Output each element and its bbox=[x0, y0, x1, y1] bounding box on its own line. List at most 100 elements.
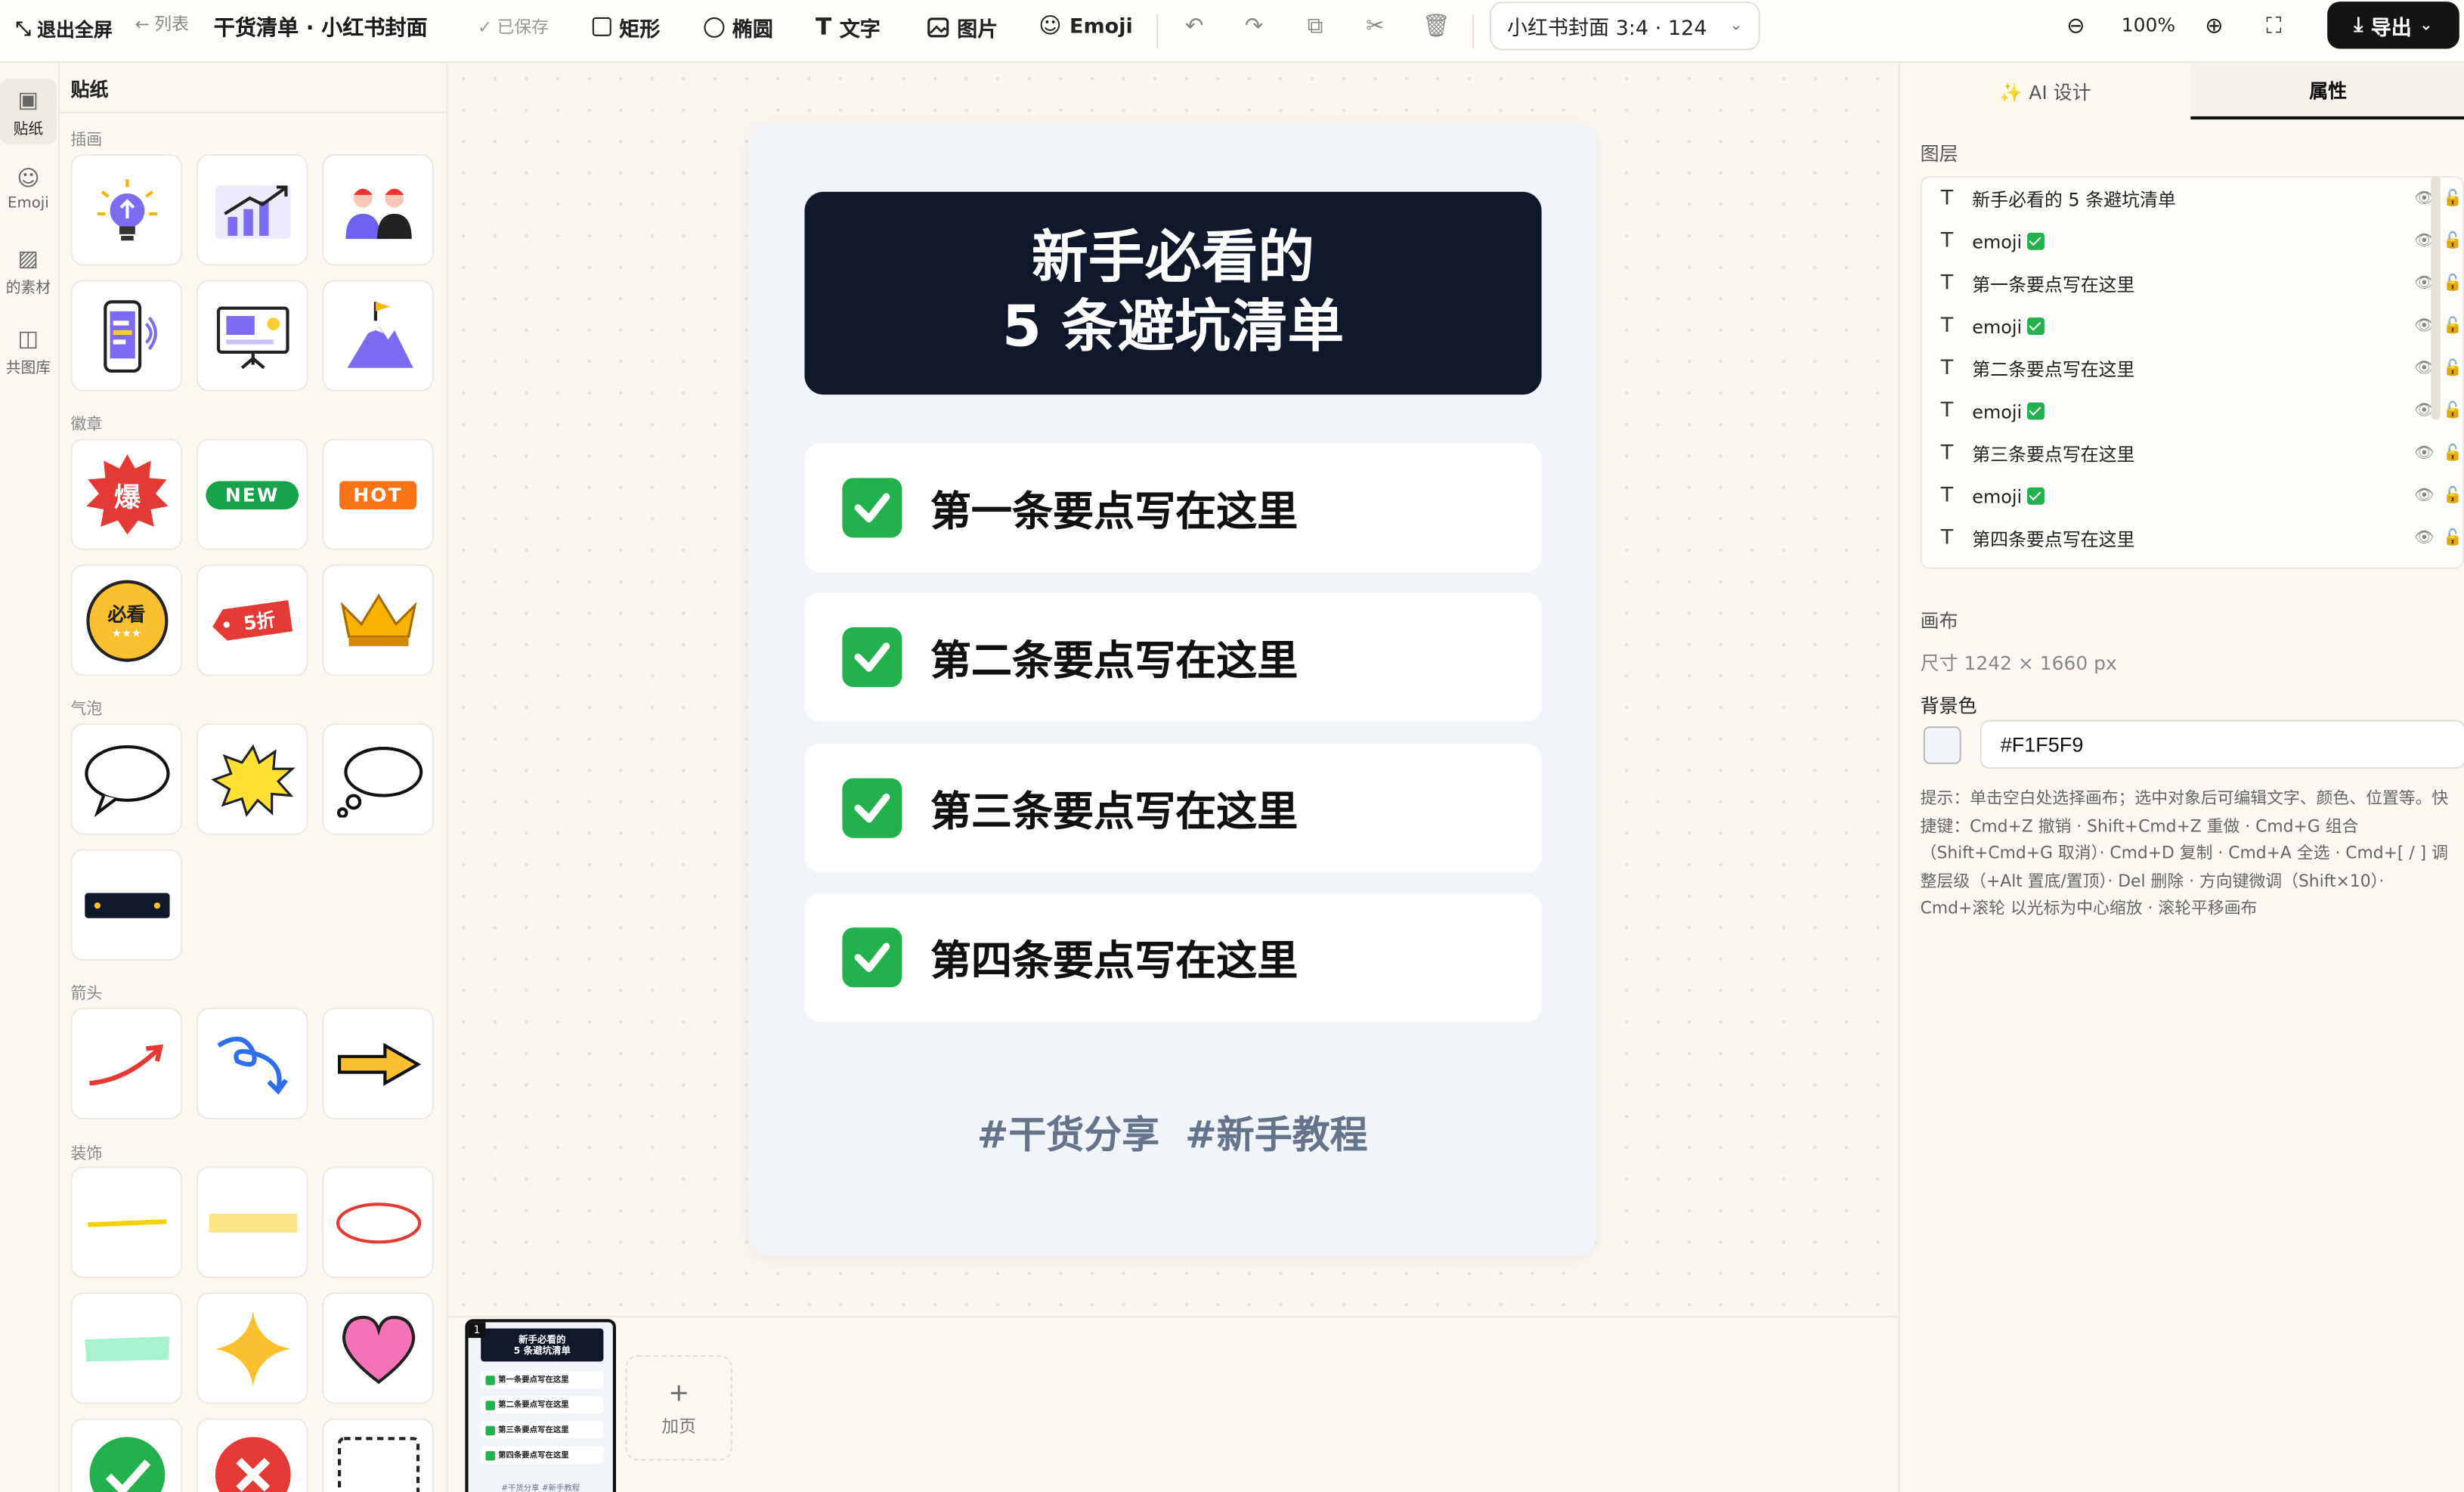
point-card[interactable]: 第一条要点写在这里 bbox=[804, 443, 1542, 573]
point-text[interactable]: 第一条要点写在这里 bbox=[930, 478, 1299, 537]
sticker-phone[interactable] bbox=[70, 280, 183, 392]
point-card[interactable]: 第四条要点写在这里 bbox=[804, 893, 1542, 1023]
title-line-1[interactable]: 新手必看的 bbox=[1032, 224, 1314, 293]
hashtags[interactable]: #干货分享 #新手教程 bbox=[748, 1104, 1597, 1159]
layer-row[interactable]: Temoji 👁 🔓 bbox=[1922, 305, 2462, 348]
export-button[interactable]: ⤓ 导出 ⌄ bbox=[2327, 2, 2459, 49]
eye-icon[interactable]: 👁 bbox=[2414, 445, 2434, 463]
emoji-tool[interactable]: ☺ Emoji bbox=[1039, 9, 1133, 44]
sticker-highlighter[interactable] bbox=[196, 1166, 308, 1279]
sticker-cross-circle[interactable] bbox=[196, 1418, 308, 1492]
layer-row[interactable]: T 第一条要点写在这里 👁 🔓 bbox=[1922, 262, 2462, 305]
point-text[interactable]: 第四条要点写在这里 bbox=[930, 928, 1299, 986]
point-text[interactable]: 第三条要点写在这里 bbox=[930, 779, 1299, 837]
tab-properties[interactable]: 属性 bbox=[2190, 63, 2464, 120]
sticker-must-see[interactable]: 必看 ★★★ bbox=[70, 564, 183, 676]
rectangle-tool[interactable]: 矩形 bbox=[592, 9, 660, 44]
sticker-heart[interactable] bbox=[322, 1292, 434, 1404]
sticker-thought-bubble[interactable] bbox=[322, 723, 434, 835]
sticker-yellow-line[interactable] bbox=[70, 1166, 183, 1279]
lock-icon[interactable]: 🔓 bbox=[2443, 360, 2462, 377]
sticker-check-circle[interactable] bbox=[70, 1418, 183, 1492]
sticker-dashed-frame[interactable] bbox=[322, 1418, 434, 1492]
sticker-lightbulb[interactable] bbox=[70, 153, 183, 266]
eye-icon[interactable]: 👁 bbox=[2414, 530, 2434, 547]
point-card[interactable]: 第二条要点写在这里 bbox=[804, 593, 1542, 722]
eye-icon[interactable]: 👁 bbox=[2414, 488, 2434, 505]
tab-ai-design[interactable]: ✨ AI 设计 bbox=[1900, 63, 2191, 119]
redo-icon[interactable]: ↷ bbox=[1237, 9, 1271, 44]
text-tool[interactable]: T 文字 bbox=[816, 9, 881, 44]
point-card[interactable]: 第三条要点写在这里 bbox=[804, 743, 1542, 873]
sticker-block-arrow[interactable] bbox=[322, 1008, 434, 1120]
sticker-burst-badge[interactable]: 爆 bbox=[70, 438, 183, 551]
category-decor: 装饰 bbox=[70, 1146, 103, 1164]
sticker-loop-arrow[interactable] bbox=[196, 1008, 308, 1120]
red-circle-icon bbox=[335, 1202, 421, 1243]
lock-icon[interactable]: 🔓 bbox=[2443, 488, 2462, 505]
sticker-people[interactable] bbox=[322, 153, 434, 266]
layer-row[interactable]: T 第三条要点写在这里 👁 🔓 bbox=[1922, 432, 2462, 475]
lock-icon[interactable]: 🔓 bbox=[2443, 317, 2462, 335]
undo-icon[interactable]: ↶ bbox=[1177, 9, 1212, 44]
layer-row[interactable]: Temoji 👁 🔓 bbox=[1922, 390, 2462, 432]
cut-icon[interactable]: ✂ bbox=[1357, 9, 1392, 44]
bg-color-swatch[interactable] bbox=[1923, 726, 1961, 764]
check-emoji-icon[interactable] bbox=[842, 627, 902, 688]
title-block[interactable]: 新手必看的 5 条避坑清单 bbox=[804, 191, 1542, 395]
lock-icon[interactable]: 🔓 bbox=[2443, 530, 2462, 547]
image-tool[interactable]: 图片 bbox=[927, 9, 998, 44]
trash-icon[interactable]: 🗑 bbox=[1419, 9, 1453, 44]
lock-icon[interactable]: 🔓 bbox=[2443, 445, 2462, 463]
point-text[interactable]: 第二条要点写在这里 bbox=[930, 628, 1299, 686]
sticker-speech-bubble[interactable] bbox=[70, 723, 183, 835]
check-emoji-icon[interactable] bbox=[842, 927, 902, 988]
rail-my-assets[interactable]: ▨ 的素材 bbox=[0, 247, 57, 304]
sticker-label-bar[interactable] bbox=[70, 849, 183, 961]
layer-row[interactable]: Temoji 👁 🔓 bbox=[1922, 475, 2462, 517]
sticker-sparkle[interactable] bbox=[196, 1292, 308, 1404]
fullscreen-icon[interactable]: ⛶ bbox=[2257, 9, 2292, 44]
rail-emoji[interactable]: ☺ Emoji bbox=[0, 166, 57, 223]
canvas-preset-select[interactable]: 小红书封面 3:4 · 124 ⌄ bbox=[1489, 2, 1760, 51]
layer-row[interactable]: T 新手必看的 5 条避坑清单 👁 🔓 bbox=[1922, 178, 2462, 220]
zoom-level[interactable]: 100% bbox=[2122, 14, 2175, 36]
lock-icon[interactable]: 🔓 bbox=[2443, 403, 2462, 420]
bg-color-input[interactable]: #F1F5F9 bbox=[1980, 720, 2464, 769]
check-emoji-icon[interactable] bbox=[842, 478, 902, 538]
sticker-crown[interactable] bbox=[322, 564, 434, 676]
sticker-red-circle[interactable] bbox=[322, 1166, 434, 1279]
page-thumbnail[interactable]: 1 新手必看的 5 条避坑清单 第一条要点写在这里 第二条要点写在这里 第三条要点… bbox=[465, 1319, 617, 1492]
rail-shared-library[interactable]: ◫ 共图库 bbox=[0, 327, 57, 384]
sticker-new-badge[interactable]: NEW bbox=[196, 438, 308, 551]
sticker-presentation[interactable] bbox=[196, 280, 308, 392]
back-to-list-button[interactable]: ← 列表 bbox=[135, 11, 189, 36]
shortcut-tips: 提示：单击空白处选择画布；选中对象后可编辑文字、颜色、位置等。快捷键：Cmd+Z… bbox=[1920, 789, 2449, 918]
sticker-sale-tag[interactable]: 5折 bbox=[196, 564, 308, 676]
sticker-burst-bubble[interactable] bbox=[196, 723, 308, 835]
lock-icon[interactable]: 🔓 bbox=[2443, 233, 2462, 250]
exit-fullscreen-button[interactable]: ⤡ 退出全屏 bbox=[6, 8, 122, 48]
check-emoji-icon[interactable] bbox=[842, 778, 902, 838]
sticker-green-tape[interactable] bbox=[70, 1292, 183, 1404]
add-page-button[interactable]: + 加页 bbox=[625, 1355, 732, 1461]
rail-stickers[interactable]: ▣ 贴纸 bbox=[0, 79, 57, 145]
zoom-in-icon[interactable]: ⊕ bbox=[2197, 9, 2232, 44]
copy-icon[interactable]: ⧉ bbox=[1298, 9, 1333, 44]
layer-row[interactable]: T 第四条要点写在这里 👁 🔓 bbox=[1922, 517, 2462, 559]
sticker-curve-arrow[interactable] bbox=[70, 1008, 183, 1120]
layer-row[interactable]: T 第二条要点写在这里 👁 🔓 bbox=[1922, 348, 2462, 390]
ellipse-tool[interactable]: 椭圆 bbox=[704, 9, 773, 44]
lock-icon[interactable]: 🔓 bbox=[2443, 275, 2462, 293]
editor-canvas[interactable]: 新手必看的 5 条避坑清单 第一条要点写在这里 第二条要点写在这里 第三条要点写… bbox=[447, 63, 1899, 1317]
lock-icon[interactable]: 🔓 bbox=[2443, 190, 2462, 208]
zoom-out-icon[interactable]: ⊖ bbox=[2059, 9, 2094, 44]
sticker-hot-badge[interactable]: HOT bbox=[322, 438, 434, 551]
sticker-mountain-flag[interactable] bbox=[322, 280, 434, 392]
layer-row[interactable]: Temoji 👁 🔓 bbox=[1922, 220, 2462, 262]
sticker-growth-chart[interactable] bbox=[196, 153, 308, 266]
document-title[interactable]: 干货清单 · 小红书封面 bbox=[214, 9, 428, 41]
design-page[interactable]: 新手必看的 5 条避坑清单 第一条要点写在这里 第二条要点写在这里 第三条要点写… bbox=[748, 122, 1597, 1256]
title-line-2[interactable]: 5 条避坑清单 bbox=[1002, 293, 1344, 363]
layers-scrollbar[interactable] bbox=[2431, 175, 2441, 420]
